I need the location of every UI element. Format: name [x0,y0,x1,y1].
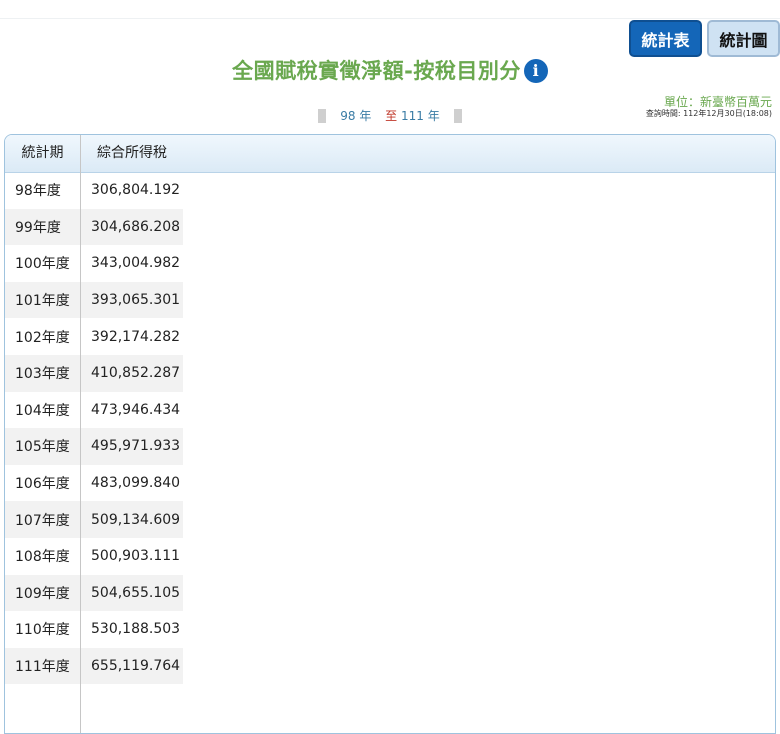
cell-period: 107年度 [5,501,80,538]
range-to-label: 至 [385,109,398,123]
cell-income-tax: 473,946.434 [91,401,181,418]
cell-income-tax: 655,119.764 [81,647,183,685]
cell-period: 105年度 [5,428,80,465]
header-income-tax[interactable]: 綜合所得稅 [97,135,167,172]
range-end-unit: 年 [427,109,440,123]
cell-period: 110年度 [15,622,70,639]
page-title: 全國賦稅實徵淨額-按稅目別分 i [0,55,780,85]
stat-chart-button[interactable]: 統計圖 [707,20,780,57]
cell-income-tax: 495,971.933 [81,428,183,465]
cell-income-tax: 304,686.208 [81,208,183,246]
cell-period: 109年度 [5,574,80,612]
cell-income-tax: 393,065.301 [81,281,183,319]
top-divider [0,18,780,19]
cell-period: 101年度 [5,281,80,319]
cell-period: 98年度 [15,183,61,200]
cell-period: 100年度 [15,256,70,273]
cell-income-tax: 504,655.105 [81,574,183,612]
cell-income-tax: 306,804.192 [91,182,181,199]
cell-period: 99年度 [5,208,80,246]
cell-income-tax: 509,134.609 [81,501,183,538]
cell-income-tax: 500,903.111 [91,548,181,565]
range-start-year[interactable]: 98 [340,109,355,123]
info-icon[interactable]: i [523,59,548,83]
cell-income-tax: 410,852.287 [81,354,183,392]
cell-income-tax: 343,004.982 [91,255,181,272]
range-start-unit: 年 [359,109,372,123]
header-period[interactable]: 統計期 [5,135,80,172]
cell-period: 102年度 [15,329,70,346]
page-title-text: 全國賦稅實徵淨額-按稅目別分 [232,59,521,83]
cell-period: 111年度 [5,647,80,685]
range-end-year[interactable]: 111 [401,109,424,123]
cell-period: 106年度 [15,476,70,493]
range-start-handle[interactable] [318,109,327,123]
cell-period: 108年度 [15,549,70,566]
stat-table-button[interactable]: 統計表 [629,20,702,57]
query-time: 查詢時間: 112年12月30日(18:08) [645,109,772,118]
cell-income-tax: 530,188.503 [91,621,181,638]
cell-income-tax: 483,099.840 [91,475,181,492]
range-end-handle[interactable] [453,109,462,123]
cell-income-tax: 392,174.282 [91,328,181,345]
data-table: 統計期 綜合所得稅 98年度 306,804.192 99年度 304,686.208… [4,134,776,734]
cell-period: 104年度 [15,402,70,419]
cell-period: 103年度 [5,354,80,392]
